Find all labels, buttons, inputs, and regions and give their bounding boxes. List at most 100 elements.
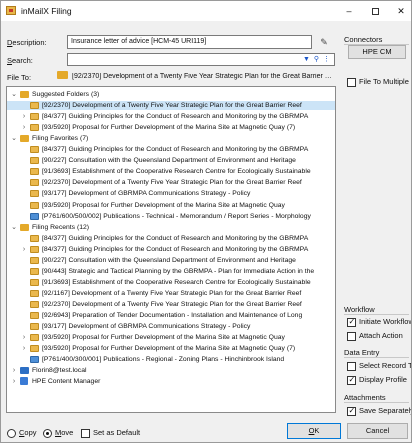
record-icon xyxy=(30,190,39,198)
initiate-workflow-checkbox[interactable]: Initiate Workflow xyxy=(347,317,411,327)
tree-row[interactable]: › HPE Content Manager xyxy=(7,377,335,386)
maximize-icon xyxy=(371,8,379,16)
tree-row[interactable]: [92/1167] Development of a Twenty Five Y… xyxy=(7,289,335,298)
tree-row[interactable]: › Florin8@test.local xyxy=(7,366,335,375)
tree-row[interactable]: [P761/400/300/001] Publications - Region… xyxy=(7,355,335,364)
tree-row[interactable]: [92/2370] Development of a Twenty Five Y… xyxy=(7,178,335,187)
record-icon xyxy=(30,168,39,176)
edit-description-button[interactable]: ✎ xyxy=(313,35,335,49)
record-icon xyxy=(30,289,39,297)
tree-row[interactable]: › [93/5920] Proposal for Further Developm… xyxy=(7,123,335,132)
tree-row[interactable]: › [84/377] Guiding Principles for the Con… xyxy=(7,245,335,254)
tree-row[interactable]: › [93/5920] Proposal for Further Developm… xyxy=(7,333,335,342)
recordb-icon xyxy=(30,212,39,220)
favorite-icon xyxy=(20,135,29,143)
tree-row-label: [92/2370] Development of a Twenty Five Y… xyxy=(42,179,302,187)
checkbox-box xyxy=(347,331,356,341)
attach-action-checkbox[interactable]: Attach Action xyxy=(347,331,411,341)
tree-row-label: [91/3693] Establishment of the Cooperati… xyxy=(42,168,311,176)
tree-row[interactable]: [90/443] Strategic and Tactical Planning… xyxy=(7,267,335,276)
tree-row[interactable]: [92/2370] Development of a Twenty Five Y… xyxy=(7,101,335,111)
tree-row[interactable]: [92/6943] Preparation of Tender Document… xyxy=(7,311,335,320)
copy-radio[interactable]: Copy xyxy=(7,428,37,438)
user-icon xyxy=(20,367,29,375)
tree-row[interactable]: [92/2370] Development of a Twenty Five Y… xyxy=(7,300,335,309)
record-icon xyxy=(30,267,39,275)
tree-row-label: [93/5920] Proposal for Further Developme… xyxy=(42,124,296,132)
tree-row[interactable]: ⌄ Suggested Folders (3) xyxy=(7,90,335,99)
save-separately-checkbox[interactable]: Save Separately xyxy=(347,406,411,416)
expand-chevron-icon[interactable]: ⌄ xyxy=(10,223,18,232)
select-record-type-checkbox[interactable]: Select Record Type xyxy=(347,361,411,371)
checkbox-box xyxy=(81,428,90,438)
record-icon xyxy=(30,278,39,286)
tree-row[interactable]: [84/377] Guiding Principles for the Cond… xyxy=(7,234,335,243)
tree-row[interactable]: [93/177] Development of GBRMPA Communica… xyxy=(7,189,335,198)
record-icon xyxy=(30,146,39,154)
record-icon xyxy=(30,245,39,253)
close-button[interactable]: ✕ xyxy=(389,4,411,18)
search-options-icon: ⋮ xyxy=(323,56,331,63)
record-icon xyxy=(30,201,39,209)
file-to-multiple-checkbox[interactable]: File To Multiple xyxy=(347,77,411,87)
tree-row-label: [84/377] Guiding Principles for the Cond… xyxy=(42,113,309,121)
tree-row[interactable]: [84/377] Guiding Principles for the Cond… xyxy=(7,145,335,154)
tree-row[interactable]: › [84/377] Guiding Principles for the Con… xyxy=(7,112,335,121)
expand-chevron-icon[interactable]: › xyxy=(20,245,28,254)
search-input[interactable]: ▼ ⚲ ⋮ xyxy=(67,53,335,66)
tree-row[interactable]: [93/177] Development of GBRMPA Communica… xyxy=(7,322,335,331)
expand-chevron-icon[interactable]: › xyxy=(20,344,28,353)
workflow-title: Workflow xyxy=(344,305,375,314)
description-input[interactable]: Insurance letter of advice [HCM-45 URI11… xyxy=(67,35,312,49)
set-as-default-checkbox[interactable]: Set as Default xyxy=(81,428,140,438)
tree-row[interactable]: › [93/5920] Proposal for Further Developm… xyxy=(7,344,335,353)
record-icon xyxy=(30,323,39,331)
tree-row-label: [90/443] Strategic and Tactical Planning… xyxy=(42,267,315,275)
tree-row[interactable]: ⌄ Filing Favorites (7) xyxy=(7,134,335,143)
description-label: Description: xyxy=(7,38,47,47)
expand-chevron-icon[interactable]: › xyxy=(20,112,28,121)
expand-chevron-icon[interactable]: › xyxy=(20,333,28,342)
hpe-cm-button[interactable]: HPE CM xyxy=(348,45,406,59)
tree-row[interactable]: [90/227] Consultation with the Queenslan… xyxy=(7,156,335,165)
record-icon xyxy=(30,124,39,132)
search-controls[interactable]: ▼ ⚲ ⋮ xyxy=(303,55,331,63)
expand-chevron-icon[interactable]: › xyxy=(20,123,28,132)
tree-row-label: Filing Recents (12) xyxy=(32,223,90,231)
hpe-icon xyxy=(20,377,28,386)
expand-chevron-icon[interactable]: ⌄ xyxy=(10,90,18,99)
expand-chevron-icon[interactable]: ⌄ xyxy=(10,134,18,143)
tree-row-label: Filing Favorites (7) xyxy=(32,135,89,143)
tree-row[interactable]: [90/227] Consultation with the Queenslan… xyxy=(7,256,335,265)
inmailx-app-icon xyxy=(6,6,16,15)
favorite-icon xyxy=(20,91,29,98)
display-profile-checkbox[interactable]: Display Profile xyxy=(347,375,411,385)
tree-row-label: [84/377] Guiding Principles for the Cond… xyxy=(42,234,309,242)
record-icon xyxy=(30,179,39,187)
ok-button[interactable]: OK xyxy=(287,423,341,439)
tree-row-label: [91/3693] Establishment of the Cooperati… xyxy=(42,278,311,286)
folder-icon xyxy=(57,71,68,79)
tree-row-label: [90/227] Consultation with the Queenslan… xyxy=(42,157,296,165)
tree-row-label: [84/377] Guiding Principles for the Cond… xyxy=(42,146,309,154)
expand-chevron-icon[interactable]: › xyxy=(10,366,18,375)
checkbox-box xyxy=(347,317,356,327)
expand-chevron-icon[interactable]: › xyxy=(10,377,18,386)
minimize-button[interactable]: – xyxy=(337,4,361,18)
move-radio[interactable]: Move xyxy=(43,428,73,438)
connectors-title: Connectors xyxy=(344,35,383,44)
tree-row[interactable]: ⌄ Filing Recents (12) xyxy=(7,223,335,232)
record-icon xyxy=(30,334,39,342)
folder-tree[interactable]: ⌄ Suggested Folders (3) [92/2370] Developm… xyxy=(6,86,336,413)
record-icon xyxy=(30,300,39,308)
recordb-icon xyxy=(30,356,39,364)
tree-row[interactable]: [93/5920] Proposal for Further Developme… xyxy=(7,201,335,210)
tree-row[interactable]: [P761/600/500/002] Publications - Techni… xyxy=(7,212,335,221)
maximize-button[interactable] xyxy=(363,4,387,18)
filing-dialog: inMailX Filing – ✕ Description: Insuranc… xyxy=(0,0,412,443)
tree-row[interactable]: [91/3693] Establishment of the Cooperati… xyxy=(7,278,335,287)
cancel-button[interactable]: Cancel xyxy=(347,423,408,439)
record-icon xyxy=(30,157,39,165)
recent-icon xyxy=(20,223,29,231)
tree-row[interactable]: [91/3693] Establishment of the Cooperati… xyxy=(7,167,335,176)
